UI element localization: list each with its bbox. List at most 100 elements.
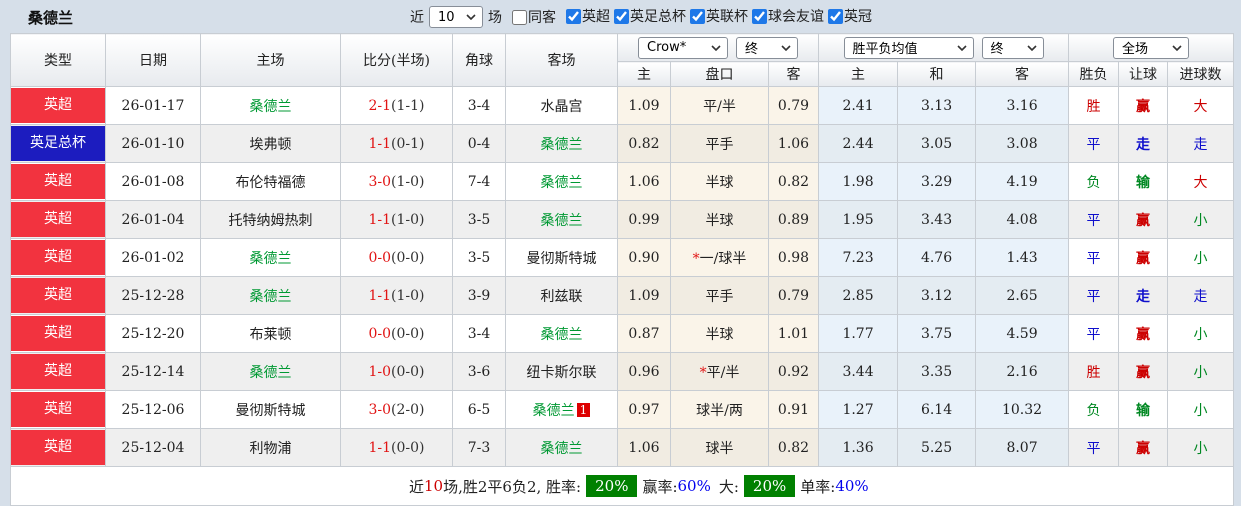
bookmaker-select[interactable]: Crow* <box>638 36 729 59</box>
away-team-cell[interactable]: 纽卡斯尔联 <box>505 352 618 391</box>
away-team-cell[interactable]: 曼彻斯特城 <box>505 238 618 277</box>
europe-odds-select[interactable]: 胜平负均值 <box>843 36 974 59</box>
corner-cell: 3-5 <box>452 200 506 239</box>
corner-cell: 3-4 <box>452 86 506 125</box>
table-row: 英足总杯 26-01-10 埃弗顿 1-1(0-1) 0-4 桑德兰 0.82 … <box>10 124 1235 163</box>
home-team-cell[interactable]: 布伦特福德 <box>200 162 341 201</box>
chevron-down-icon <box>1172 44 1182 51</box>
away-team-name[interactable]: 桑德兰 <box>541 137 583 153</box>
recent-label: 近 <box>410 10 424 26</box>
away-team-cell[interactable]: 桑德兰 <box>505 428 618 467</box>
home-team-name[interactable]: 桑德兰 <box>250 289 292 305</box>
league-label: 球会友谊 <box>768 9 824 26</box>
away-team-cell[interactable]: 利兹联 <box>505 276 618 315</box>
score-cell: 3-0(1-0) <box>340 162 453 201</box>
away-team-name[interactable]: 水晶宫 <box>541 99 583 115</box>
same-away-checkbox[interactable] <box>512 9 527 25</box>
half-time-score: (0-0) <box>391 249 425 266</box>
corner-cell: 3-5 <box>452 238 506 277</box>
eu-draw-odds: 3.05 <box>897 124 977 163</box>
eu-home-odds: 2.44 <box>818 124 899 163</box>
away-team-cell[interactable]: 桑德兰 <box>505 124 618 163</box>
home-team-name[interactable]: 埃弗顿 <box>250 137 292 153</box>
ah-away-odds: 0.79 <box>767 276 820 315</box>
ah-handicap: 半球 <box>670 314 769 353</box>
table-row: 英超 26-01-17 桑德兰 2-1(1-1) 3-4 水晶宫 1.09 平/… <box>10 86 1235 125</box>
home-team-cell[interactable]: 托特纳姆热刺 <box>200 200 341 239</box>
away-team-name[interactable]: 桑德兰 <box>541 175 583 191</box>
eu-home-odds: 2.85 <box>818 276 899 315</box>
score-cell: 3-0(2-0) <box>340 390 453 429</box>
away-team-cell[interactable]: 桑德兰 <box>505 314 618 353</box>
recent-count-value: 10 <box>438 9 455 25</box>
match-type-badge: 英超 <box>11 354 105 389</box>
home-team-cell[interactable]: 桑德兰 <box>200 86 341 125</box>
handicap-star: * <box>699 364 707 381</box>
league-filter[interactable]: 球会友谊 <box>752 6 824 26</box>
home-team-cell[interactable]: 桑德兰 <box>200 238 341 277</box>
league-filter[interactable]: 英足总杯 <box>614 6 686 26</box>
score-cell: 1-1(0-0) <box>340 428 453 467</box>
league-checkbox[interactable] <box>828 8 843 24</box>
match-date: 25-12-06 <box>105 390 201 429</box>
eu-period-select[interactable]: 终 <box>981 36 1044 59</box>
away-team-name[interactable]: 纽卡斯尔联 <box>527 365 597 381</box>
away-team-name[interactable]: 桑德兰 <box>541 213 583 229</box>
eu-away-odds: 2.65 <box>975 276 1070 315</box>
ah-period-select[interactable]: 终 <box>736 36 799 59</box>
eu-away-odds: 4.19 <box>975 162 1070 201</box>
period-scope-select[interactable]: 全场 <box>1113 36 1190 59</box>
half-time-score: (0-1) <box>391 135 425 152</box>
home-team-name[interactable]: 托特纳姆热刺 <box>229 213 313 229</box>
home-team-cell[interactable]: 利物浦 <box>200 428 341 467</box>
home-team-cell[interactable]: 布莱顿 <box>200 314 341 353</box>
same-away-filter[interactable]: 同客 <box>512 7 556 27</box>
corner-cell: 3-9 <box>452 276 506 315</box>
away-team-name[interactable]: 利兹联 <box>541 289 583 305</box>
eu-draw-odds: 6.14 <box>897 390 977 429</box>
goals-result: 小 <box>1167 314 1235 353</box>
col-header-goals: 进球数 <box>1167 61 1235 87</box>
handicap-result: 赢 <box>1118 314 1169 353</box>
league-filter[interactable]: 英冠 <box>828 6 872 26</box>
home-team-name[interactable]: 桑德兰 <box>250 99 292 115</box>
away-team-cell[interactable]: 水晶宫 <box>505 86 618 125</box>
recent-count-select[interactable]: 10 <box>429 6 483 28</box>
score-cell: 1-1(0-1) <box>340 124 453 163</box>
league-filter[interactable]: 英联杯 <box>690 6 748 26</box>
home-team-name[interactable]: 桑德兰 <box>250 251 292 267</box>
home-team-cell[interactable]: 曼彻斯特城 <box>200 390 341 429</box>
col-header-handicap: 盘口 <box>670 61 769 87</box>
away-team-name[interactable]: 桑德兰 <box>533 403 575 419</box>
col-header-type: 类型 <box>10 33 106 87</box>
away-team-name[interactable]: 桑德兰 <box>541 441 583 457</box>
away-team-cell[interactable]: 桑德兰 <box>505 162 618 201</box>
home-team-cell[interactable]: 桑德兰 <box>200 276 341 315</box>
home-team-name[interactable]: 桑德兰 <box>250 365 292 381</box>
away-team-name[interactable]: 桑德兰 <box>541 327 583 343</box>
league-checkbox[interactable] <box>614 8 629 24</box>
league-checkbox[interactable] <box>566 8 581 24</box>
away-team-name[interactable]: 曼彻斯特城 <box>527 251 597 267</box>
eu-home-odds: 7.23 <box>818 238 899 277</box>
home-team-name[interactable]: 利物浦 <box>250 441 292 457</box>
eu-away-odds: 4.08 <box>975 200 1070 239</box>
ah-away-odds: 0.91 <box>767 390 820 429</box>
league-filter[interactable]: 英超 <box>566 6 610 26</box>
league-checkbox[interactable] <box>752 8 767 24</box>
home-team-cell[interactable]: 埃弗顿 <box>200 124 341 163</box>
col-header-handicap-result: 让球 <box>1118 61 1169 87</box>
home-team-cell[interactable]: 桑德兰 <box>200 352 341 391</box>
matches-table: 类型 日期 主场 比分(半场) 角球 客场 Crow* 终 胜平负均值 终 全场… <box>9 33 1235 506</box>
home-team-name[interactable]: 曼彻斯特城 <box>236 403 306 419</box>
chevron-down-icon <box>781 44 791 51</box>
match-result: 平 <box>1068 314 1120 353</box>
goals-result: 走 <box>1167 276 1235 315</box>
home-team-name[interactable]: 布伦特福德 <box>236 175 306 191</box>
league-checkbox[interactable] <box>690 8 705 24</box>
table-row: 英超 25-12-14 桑德兰 1-0(0-0) 3-6 纽卡斯尔联 0.96 … <box>10 352 1235 391</box>
ah-home-odds: 0.99 <box>617 200 671 239</box>
home-team-name[interactable]: 布莱顿 <box>250 327 292 343</box>
away-team-cell[interactable]: 桑德兰 <box>505 200 618 239</box>
away-team-cell[interactable]: 桑德兰 1 <box>505 390 618 429</box>
